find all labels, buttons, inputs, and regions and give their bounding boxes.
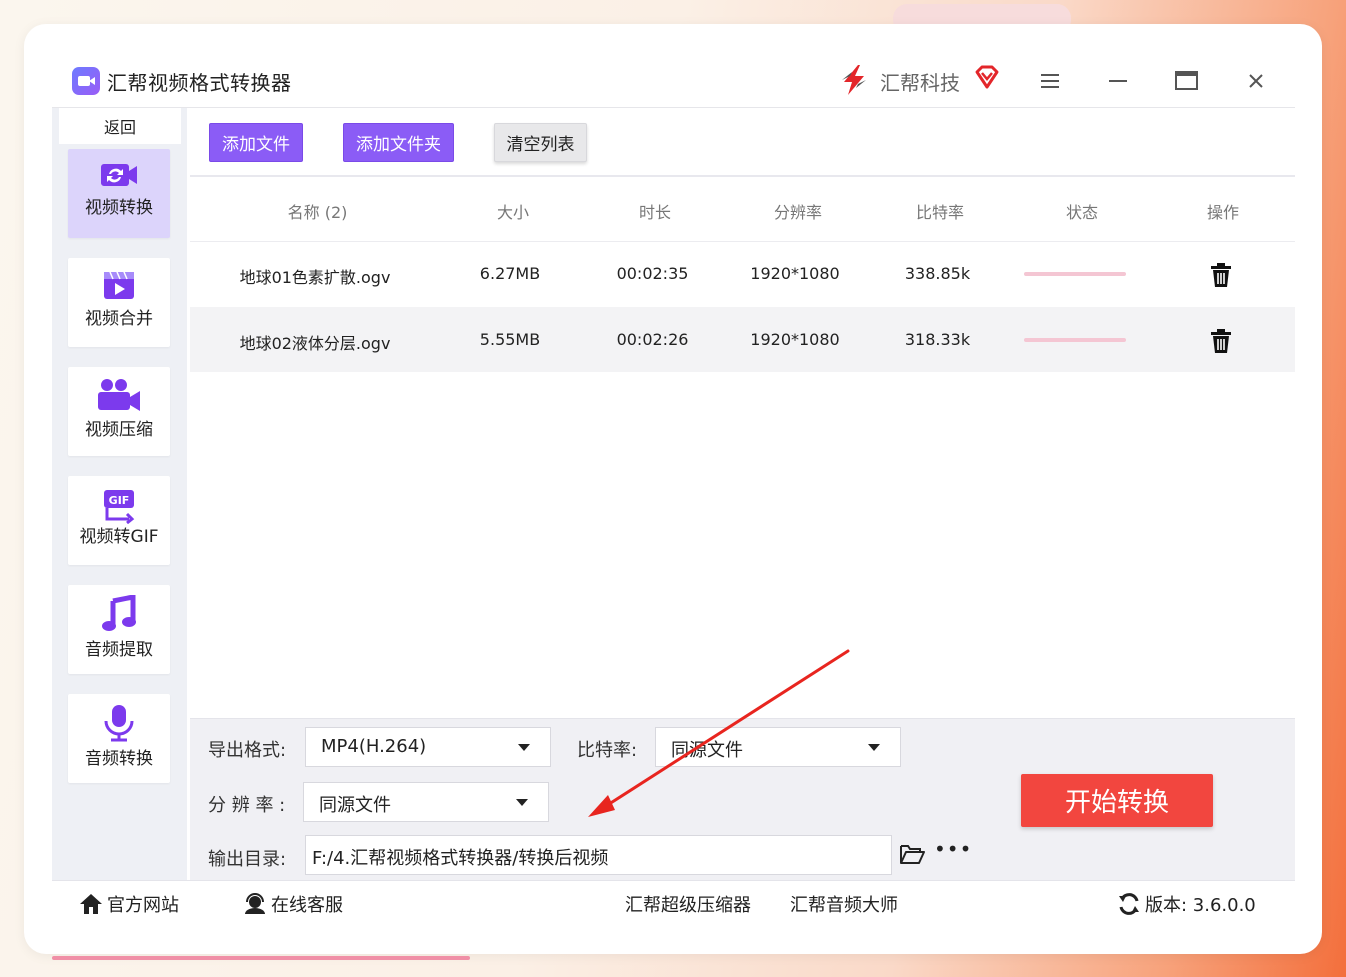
file-duration: 00:02:26 [616, 330, 689, 349]
sidebar: 返回 视频转换 视频合并 视频压缩 GIF 视频转GIF 音频提取 音频转换 [52, 108, 187, 880]
audio-master-link[interactable]: 汇帮音频大师 [790, 891, 898, 917]
sidebar-item-label: 音频转换 [85, 749, 153, 769]
column-header-bitrate: 比特率 [915, 203, 964, 222]
sidebar-item-label: 视频合并 [85, 309, 153, 329]
format-select-value: MP4(H.264) [321, 736, 427, 757]
chevron-down-icon [868, 744, 880, 751]
chevron-down-icon [516, 799, 528, 806]
sidebar-item-video-convert[interactable]: 视频转换 [68, 149, 170, 238]
file-table: 名称 (2) 大小 时长 分辨率 比特率 状态 操作 地球01色素扩散.ogv … [190, 175, 1295, 718]
file-duration: 00:02:35 [616, 264, 689, 283]
official-website-label: 官方网站 [107, 895, 179, 916]
table-row[interactable]: 地球01色素扩散.ogv 6.27MB 00:02:35 1920*1080 3… [190, 241, 1295, 306]
chevron-down-icon [518, 744, 530, 751]
format-label: 导出格式: [208, 740, 287, 761]
output-dir-value: F:/4.汇帮视频格式转换器/转换后视频 [312, 848, 609, 869]
sidebar-item-video-to-gif[interactable]: GIF 视频转GIF [68, 476, 170, 565]
more-options-icon[interactable]: ••• [934, 837, 972, 861]
svg-text:GIF: GIF [109, 494, 130, 507]
title-bar: 汇帮视频格式转换器 汇帮科技 [52, 50, 1295, 108]
file-name: 地球01色素扩散.ogv [239, 268, 391, 287]
output-dir-input[interactable]: F:/4.汇帮视频格式转换器/转换后视频 [305, 835, 892, 875]
status-progress-bar [1024, 272, 1126, 276]
maximize-icon[interactable] [1172, 66, 1202, 96]
add-file-button[interactable]: 添加文件 [209, 123, 303, 162]
format-select[interactable]: MP4(H.264) [305, 727, 551, 767]
bitrate-label: 比特率: [577, 740, 638, 761]
file-bitrate: 338.85k [904, 264, 971, 283]
table-header: 名称 (2) 大小 时长 分辨率 比特率 状态 操作 [190, 175, 1295, 242]
music-note-icon [102, 595, 136, 631]
minimize-icon[interactable] [1104, 66, 1134, 96]
trash-icon[interactable] [1210, 262, 1232, 288]
file-name: 地球02液体分层.ogv [239, 334, 391, 353]
trash-icon[interactable] [1210, 328, 1232, 354]
column-header-status: 状态 [1065, 203, 1098, 222]
sidebar-item-video-compress[interactable]: 视频压缩 [68, 367, 170, 456]
vip-diamond-icon[interactable] [973, 63, 1001, 91]
add-folder-button[interactable]: 添加文件夹 [343, 123, 454, 162]
file-bitrate: 318.33k [904, 330, 971, 349]
app-window: 汇帮视频格式转换器 汇帮科技 返回 视频转换 视频合并 视频压缩 GIF 视频转… [52, 50, 1295, 926]
video-convert-icon [101, 164, 137, 186]
file-resolution: 1920*1080 [750, 330, 840, 349]
video-merge-icon [104, 271, 134, 299]
online-support-label: 在线客服 [271, 895, 343, 916]
home-icon [80, 894, 102, 914]
column-header-name[interactable]: 名称 (2) [260, 199, 375, 223]
video-compress-icon [98, 379, 140, 411]
sidebar-item-label: 视频转GIF [79, 527, 159, 547]
customer-service-icon [245, 893, 265, 914]
column-header-duration: 时长 [638, 203, 671, 222]
output-dir-label: 输出目录: [208, 849, 287, 870]
clear-list-button[interactable]: 清空列表 [494, 123, 587, 162]
bitrate-select-value: 同源文件 [671, 740, 743, 761]
file-size: 6.27MB [479, 264, 541, 283]
folder-open-icon[interactable] [899, 843, 925, 865]
back-button[interactable]: 返回 [59, 108, 181, 144]
settings-panel: 导出格式: MP4(H.264) 比特率: 同源文件 分 辨 率 : 同源文件 … [190, 718, 1295, 881]
brand-logo-icon [842, 65, 866, 95]
sidebar-item-label: 音频提取 [85, 640, 153, 660]
table-row[interactable]: 地球02液体分层.ogv 5.55MB 00:02:26 1920*1080 3… [190, 307, 1295, 372]
microphone-icon [104, 705, 134, 742]
footer-bar: 官方网站 在线客服 汇帮超级压缩器 汇帮音频大师 版本: 3.6.0.0 [52, 880, 1295, 927]
super-compressor-link[interactable]: 汇帮超级压缩器 [625, 891, 751, 917]
version-label: 版本: 3.6.0.0 [1145, 895, 1256, 916]
online-support-link[interactable]: 在线客服 [243, 891, 343, 917]
official-website-link[interactable]: 官方网站 [79, 891, 179, 917]
close-icon[interactable] [1241, 66, 1271, 96]
sidebar-item-label: 视频转换 [85, 198, 153, 218]
refresh-icon [1119, 893, 1139, 915]
app-logo-icon [72, 67, 100, 95]
column-header-size: 大小 [496, 203, 529, 222]
column-header-action: 操作 [1206, 203, 1239, 222]
bitrate-select[interactable]: 同源文件 [655, 727, 901, 767]
sidebar-item-audio-extract[interactable]: 音频提取 [68, 585, 170, 674]
sidebar-item-video-merge[interactable]: 视频合并 [68, 258, 170, 347]
app-title: 汇帮视频格式转换器 [107, 71, 292, 95]
status-progress-bar [1024, 338, 1126, 342]
column-header-resolution: 分辨率 [773, 203, 822, 222]
sidebar-item-audio-convert[interactable]: 音频转换 [68, 694, 170, 783]
start-convert-button[interactable]: 开始转换 [1021, 774, 1213, 827]
file-size: 5.55MB [479, 330, 541, 349]
gif-icon: GIF [104, 490, 135, 524]
resolution-select[interactable]: 同源文件 [303, 782, 549, 822]
file-resolution: 1920*1080 [750, 264, 840, 283]
menu-icon[interactable] [1036, 66, 1066, 96]
background-accent-line [52, 956, 470, 960]
brand-name: 汇帮科技 [880, 71, 960, 95]
sidebar-item-label: 视频压缩 [85, 420, 153, 440]
resolution-label: 分 辨 率 : [208, 795, 286, 816]
resolution-select-value: 同源文件 [319, 795, 391, 816]
version-info[interactable]: 版本: 3.6.0.0 [1117, 891, 1256, 917]
